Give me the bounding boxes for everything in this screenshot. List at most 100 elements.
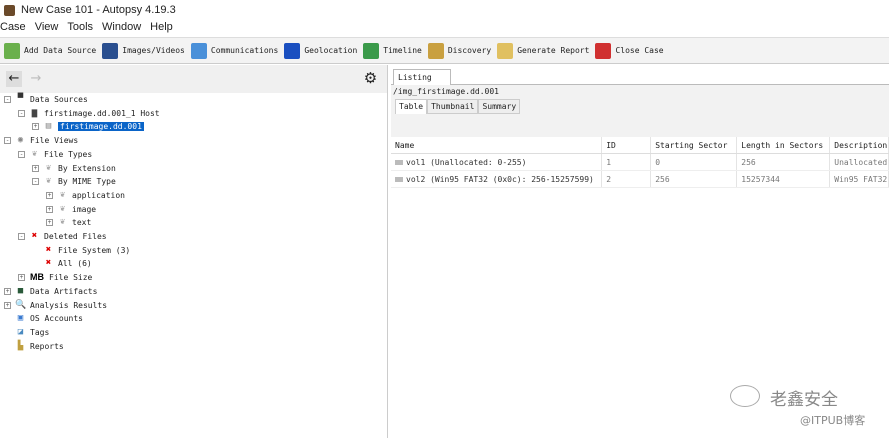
- title-bar: New Case 101 - Autopsy 4.19.3: [0, 0, 889, 20]
- tree-node-label: Data Sources: [30, 95, 88, 104]
- volume-icon: [395, 160, 403, 165]
- toolbar-button-communications[interactable]: Communications: [190, 42, 278, 59]
- column-header-description[interactable]: Description: [830, 137, 889, 153]
- tree-node-label: File Types: [44, 149, 93, 159]
- tree-node-label: firstimage.dd.001_1 Host: [44, 108, 160, 118]
- collapse-icon[interactable]: -: [4, 137, 11, 145]
- tree-nav-bar: ← → ⚙: [0, 65, 387, 93]
- cell-name: vol2 (Win95 FAT32 (0x0c): 256-15257599): [391, 171, 603, 187]
- tree-node-label: File System (3): [58, 245, 131, 255]
- directory-tree-pane: ← → ⚙ - ▀ Data Sources - ▆ firstimage.dd.001_…: [0, 65, 388, 438]
- tree-node-firstimage-dd-001[interactable]: + ▤ firstimage.dd.001: [32, 120, 144, 133]
- menu-window[interactable]: Window: [102, 21, 141, 37]
- toolbar-button-label: Images/Videos: [122, 46, 185, 55]
- tree-node-firstimage-dd-001-1-host[interactable]: - ▆ firstimage.dd.001_1 Host: [18, 107, 160, 120]
- back-arrow-icon[interactable]: ←: [6, 71, 22, 87]
- forward-arrow-icon[interactable]: →: [28, 71, 44, 87]
- discovery-icon: [427, 42, 444, 59]
- gear-icon[interactable]: ⚙: [362, 70, 379, 87]
- os-accounts-icon: ▣: [17, 313, 24, 324]
- communications-icon: [190, 42, 207, 59]
- wechat-icon: [730, 385, 760, 407]
- tree-node-file-types[interactable]: - ❦ File Types: [18, 148, 92, 161]
- toolbar-button-label: Discovery: [447, 46, 492, 55]
- tree-node-label: By Extension: [58, 163, 116, 173]
- watermark-title: 老鑫安全: [770, 390, 838, 410]
- collapse-icon[interactable]: -: [18, 109, 25, 117]
- tree-node-label: Data Artifacts: [30, 286, 98, 296]
- tab-listing[interactable]: Listing: [393, 69, 451, 85]
- listing-header: /img_firstimage.dd.001 Table Thumbnail S…: [391, 84, 889, 140]
- toolbar-button-timeline[interactable]: Timeline: [363, 42, 422, 59]
- tree-node-by-mime-type[interactable]: - ❦ By MIME Type: [32, 175, 116, 188]
- drive-icon: ▀: [17, 94, 24, 104]
- cell-description: Unallocated: [830, 154, 889, 170]
- collapse-icon[interactable]: -: [18, 150, 25, 158]
- table-row[interactable]: vol2 (Win95 FAT32 (0x0c): 256-15257599) …: [391, 171, 889, 188]
- tree-node-image[interactable]: + ❦ image: [46, 203, 96, 216]
- file-types-icon: ❦: [31, 148, 38, 159]
- collapse-icon[interactable]: -: [18, 233, 25, 240]
- data-artifacts-icon: ■: [17, 285, 24, 296]
- toolbar-button-label: Add Data Source: [24, 46, 97, 55]
- tree-node-tags[interactable]: ◪ Tags: [4, 326, 49, 339]
- cell-description: Win95 FAT32 (0x0c): [830, 171, 889, 187]
- expand-icon[interactable]: +: [46, 219, 53, 227]
- toolbar-button-geolocation[interactable]: Geolocation: [284, 42, 357, 59]
- menu-view[interactable]: View: [35, 21, 59, 37]
- cell-length: 256: [737, 154, 831, 170]
- expand-icon[interactable]: +: [4, 301, 11, 309]
- collapse-icon[interactable]: -: [32, 178, 39, 186]
- tree-node-text[interactable]: + ❦ text: [46, 216, 91, 229]
- tree-node-by-extension[interactable]: + ❦ By Extension: [32, 162, 116, 175]
- tab-thumbnail[interactable]: Thumbnail: [427, 99, 479, 114]
- expand-icon[interactable]: +: [18, 274, 25, 282]
- tree-node-all-6[interactable]: ✖ All (6): [32, 257, 92, 270]
- tree-node-label: text: [72, 218, 92, 228]
- menu-tools[interactable]: Tools: [67, 21, 93, 37]
- column-header-id[interactable]: ID: [602, 137, 652, 153]
- deleted-file-icon: ✖: [45, 258, 52, 269]
- tree-node-os-accounts[interactable]: ▣ OS Accounts: [4, 312, 83, 325]
- toolbar-button-close-case[interactable]: Close Case: [595, 42, 664, 59]
- toolbar-button-images-videos[interactable]: Images/Videos: [102, 42, 185, 59]
- tree-node-data-artifacts[interactable]: + ■ Data Artifacts: [4, 285, 97, 298]
- expand-icon[interactable]: +: [46, 191, 53, 199]
- column-header-length[interactable]: Length in Sectors: [737, 137, 831, 153]
- file-types-icon: ❦: [59, 203, 66, 214]
- column-header-name[interactable]: Name: [391, 137, 603, 153]
- table-row[interactable]: vol1 (Unallocated: 0-255) 1 0 256 Unallo…: [391, 154, 889, 171]
- expand-icon[interactable]: +: [32, 123, 39, 131]
- tree-node-application[interactable]: + ❦ application: [46, 189, 125, 202]
- toolbar-button-add-data-source[interactable]: Add Data Source: [4, 42, 97, 59]
- tree-node-file-system-3[interactable]: ✖ File System (3): [32, 244, 130, 257]
- volume-icon: [395, 177, 403, 182]
- toolbar-button-generate-report[interactable]: Generate Report: [497, 42, 589, 59]
- tree-node-reports[interactable]: ▙ Reports: [4, 340, 64, 353]
- tab-summary[interactable]: Summary: [478, 99, 521, 114]
- tree-node-file-size[interactable]: + MB File Size: [18, 271, 92, 284]
- cell-starting-sector: 256: [651, 171, 738, 187]
- file-types-icon: ❦: [59, 217, 66, 228]
- tree-node-label: By MIME Type: [58, 177, 116, 187]
- menu-case[interactable]: Case: [0, 21, 26, 37]
- disk-image-icon: ▤: [45, 121, 52, 132]
- expand-icon[interactable]: +: [46, 205, 53, 213]
- expand-icon[interactable]: +: [32, 164, 39, 172]
- menu-help[interactable]: Help: [150, 21, 173, 37]
- toolbar-button-discovery[interactable]: Discovery: [427, 42, 492, 59]
- collapse-icon[interactable]: -: [4, 96, 11, 103]
- tree-node-label: firstimage.dd.001: [58, 122, 144, 132]
- tree-node-label: Reports: [30, 341, 64, 351]
- column-header-starting-sector[interactable]: Starting Sector: [651, 137, 738, 153]
- expand-icon[interactable]: +: [4, 287, 11, 295]
- toolbar-button-label: Close Case: [615, 46, 664, 55]
- tree-node-file-views[interactable]: - ◉ File Views: [4, 134, 78, 147]
- tree-node-deleted-files[interactable]: - ✖ Deleted Files: [18, 230, 107, 243]
- watermark: 老鑫安全 @ITPUB博客: [730, 385, 865, 428]
- tab-table[interactable]: Table: [395, 99, 428, 114]
- tree-node-label: Tags: [30, 327, 50, 337]
- tree-node-data-sources[interactable]: - ▀ Data Sources: [4, 93, 88, 106]
- cell-starting-sector: 0: [651, 154, 738, 170]
- tree-node-analysis-results[interactable]: + 🔍 Analysis Results: [4, 299, 107, 312]
